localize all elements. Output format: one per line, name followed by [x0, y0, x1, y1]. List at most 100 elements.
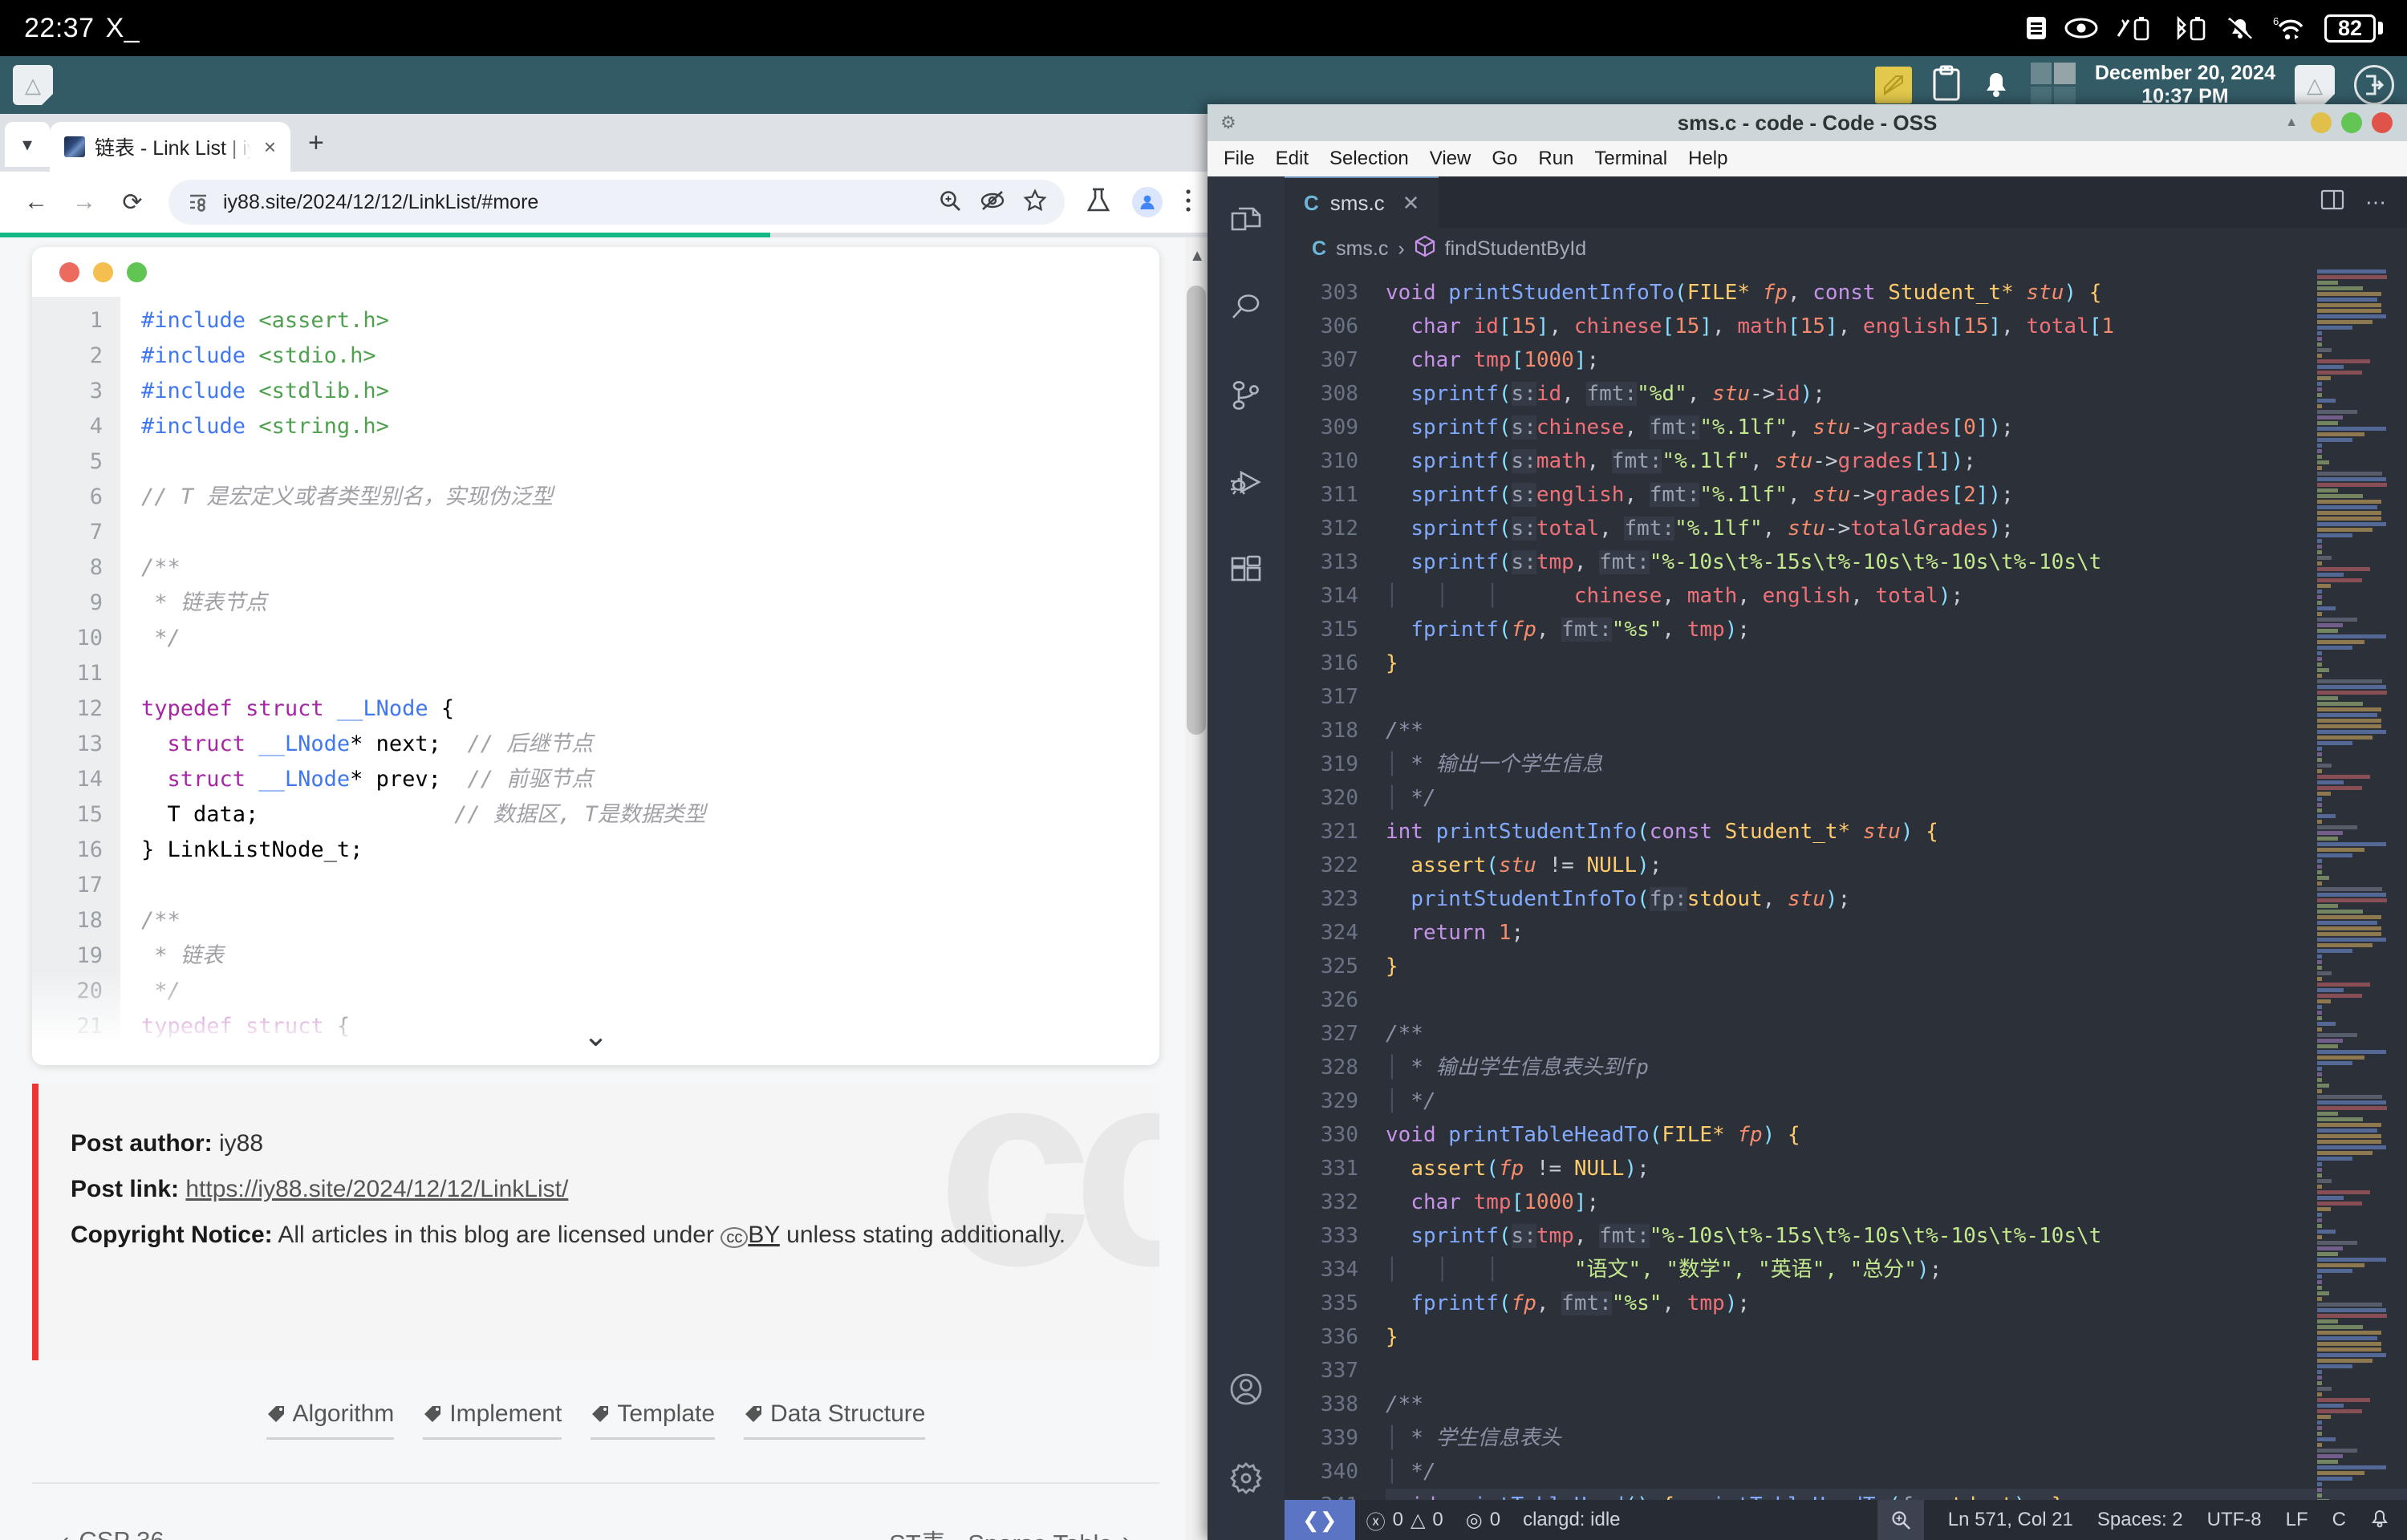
page-scrollbar-thumb[interactable]	[1187, 286, 1206, 735]
minimap-line	[2317, 1005, 2322, 1009]
logout-icon[interactable]	[2354, 65, 2394, 105]
window-close-button[interactable]	[2372, 112, 2393, 133]
post-navigation: ‹ CSP 36 ST表 - Sparse Table ›	[32, 1497, 1159, 1540]
post-tag[interactable]: Algorithm	[266, 1400, 395, 1440]
taskbar-clock[interactable]: December 20, 2024 10:37 PM	[2095, 62, 2275, 109]
profile-avatar-icon[interactable]	[1132, 187, 1163, 217]
menu-item-view[interactable]: View	[1430, 148, 1471, 170]
run-debug-icon[interactable]	[1228, 466, 1264, 504]
breadcrumb[interactable]: C sms.c › findStudentById	[1285, 228, 2407, 270]
extensions-icon[interactable]	[1229, 553, 1263, 591]
browser-toolbar[interactable]: ← → ⟳ iy88.site/2024/12/12/LinkList/#mor…	[0, 172, 1208, 233]
account-icon[interactable]	[1228, 1372, 1264, 1411]
split-editor-icon[interactable]	[2320, 188, 2344, 217]
minimize-icon[interactable]: ▲	[2285, 116, 2298, 130]
vscode-menubar[interactable]: File Edit Selection View Go Run Terminal Help	[1208, 141, 2407, 176]
code-card-titlebar	[32, 247, 1159, 297]
editor-tab-sms-c[interactable]: C sms.c ✕	[1285, 176, 1439, 228]
next-post-link[interactable]: ST表 - Sparse Table ›	[889, 1523, 1130, 1540]
browser-tab[interactable]: 链表 - Link List | iy88 ×	[50, 122, 290, 172]
post-tag[interactable]: Implement	[423, 1400, 562, 1440]
search-icon[interactable]	[1229, 291, 1263, 329]
more-actions-icon[interactable]: ⋯	[2365, 190, 2386, 215]
editor-tab-bar[interactable]: C sms.c ✕ ⋯	[1285, 176, 2407, 228]
breadcrumb-file[interactable]: sms.c	[1336, 237, 1388, 261]
forward-button[interactable]: →	[63, 180, 106, 224]
page-scrollbar-track[interactable]: ▲	[1185, 237, 1208, 1540]
problems-status[interactable]: ⓧ 0 △ 0	[1355, 1506, 1455, 1534]
post-tag[interactable]: Data Structure	[744, 1400, 925, 1440]
post-tag[interactable]: Template	[591, 1400, 715, 1440]
zoom-icon[interactable]	[1877, 1500, 1924, 1540]
menu-item-run[interactable]: Run	[1538, 148, 1573, 170]
remote-window-icon[interactable]: ❮❯	[1285, 1500, 1355, 1540]
window-icon[interactable]: △	[13, 65, 53, 105]
language-server-status[interactable]: clangd: idle	[1512, 1509, 1631, 1531]
post-link-value[interactable]: https://iy88.site/2024/12/12/LinkList/	[185, 1176, 568, 1202]
minimap-line	[2317, 1319, 2338, 1323]
vscode-editor-area[interactable]: C sms.c ✕ ⋯ C sms.c ›	[1285, 176, 2407, 1540]
menu-item-go[interactable]: Go	[1492, 148, 1517, 170]
minimap-line	[2317, 320, 2372, 324]
editor-minimap[interactable]	[2317, 270, 2394, 1500]
breadcrumb-symbol[interactable]: findStudentById	[1445, 237, 1587, 261]
menu-item-file[interactable]: File	[1224, 148, 1255, 170]
explorer-icon[interactable]	[1229, 204, 1263, 241]
site-settings-icon[interactable]	[186, 188, 210, 217]
editor-code-lines[interactable]: void printStudentInfoTo(FILE* fp, const …	[1373, 270, 2407, 1500]
minimap-line	[2317, 533, 2352, 537]
workspace-switcher-icon[interactable]	[2031, 63, 2076, 107]
window-minimize-button[interactable]	[2311, 112, 2332, 133]
menu-item-help[interactable]: Help	[1688, 148, 1727, 170]
minimap-line	[2317, 876, 2329, 880]
bell-icon[interactable]	[1981, 66, 2011, 105]
source-control-icon[interactable]	[1229, 379, 1263, 416]
note-icon[interactable]	[1875, 67, 1912, 103]
scroll-up-arrow-icon[interactable]: ▲	[1189, 247, 1205, 265]
settings-gear-icon[interactable]	[1228, 1461, 1264, 1500]
more-menu-icon[interactable]	[1183, 188, 1193, 217]
cursor-position-status[interactable]: Ln 571, Col 21	[1948, 1509, 2073, 1531]
window-menu-icon[interactable]: ⚙	[1220, 112, 1236, 133]
bell-icon[interactable]	[2370, 1507, 2389, 1534]
minimap-line	[2317, 1224, 2322, 1228]
minimap-line	[2317, 1129, 2377, 1133]
language-mode-status[interactable]: C	[2332, 1509, 2346, 1531]
clipboard-icon[interactable]	[1931, 65, 1962, 106]
new-tab-button[interactable]: +	[290, 128, 342, 159]
address-bar[interactable]: iy88.site/2024/12/12/LinkList/#more	[168, 180, 1065, 225]
tab-search-chevron-icon[interactable]: ▾	[5, 122, 50, 167]
code-expand-fade[interactable]: ⌄	[32, 969, 1159, 1065]
encoding-status[interactable]: UTF-8	[2207, 1509, 2262, 1531]
zoom-icon[interactable]	[938, 188, 962, 217]
warning-note-icon[interactable]: △	[2295, 65, 2335, 105]
vscode-status-bar[interactable]: ❮❯ ⓧ 0 △ 0 ◎ 0 clangd: idle	[1285, 1500, 2407, 1540]
reload-button[interactable]: ⟳	[111, 180, 154, 224]
back-button[interactable]: ←	[14, 180, 58, 224]
close-icon[interactable]: ✕	[1402, 191, 1420, 216]
editor-line: sprintf(s:math, fmt:"%.1lf", stu->grades…	[1386, 444, 2407, 478]
menu-item-selection[interactable]: Selection	[1329, 148, 1409, 170]
bookmark-star-icon[interactable]	[1023, 188, 1047, 217]
window-maximize-button[interactable]	[2341, 112, 2362, 133]
browser-tab-strip[interactable]: ▾ 链表 - Link List | iy88 × +	[0, 114, 1208, 172]
eol-status[interactable]: LF	[2286, 1509, 2308, 1531]
ports-status[interactable]: ◎ 0	[1455, 1509, 1512, 1532]
vscode-activity-bar[interactable]	[1208, 176, 1285, 1540]
vscode-titlebar[interactable]: ⚙ sms.c - code - Code - OSS ▲	[1208, 104, 2407, 141]
prev-post-link[interactable]: ‹ CSP 36	[61, 1526, 164, 1540]
eye-off-icon[interactable]	[980, 189, 1005, 216]
menu-item-edit[interactable]: Edit	[1276, 148, 1309, 170]
chevron-down-icon[interactable]: ⌄	[583, 1018, 609, 1054]
menu-item-terminal[interactable]: Terminal	[1594, 148, 1667, 170]
indentation-status[interactable]: Spaces: 2	[2097, 1509, 2183, 1531]
minimap-line	[2317, 1263, 2364, 1267]
code-editor[interactable]: 3033063073083093103113123133143153163173…	[1285, 270, 2407, 1500]
labs-flask-icon[interactable]	[1086, 187, 1111, 218]
url-text[interactable]: iy88.site/2024/12/12/LinkList/#more	[223, 191, 925, 214]
close-icon[interactable]: ×	[261, 132, 279, 163]
cc-license-label[interactable]: BY	[748, 1222, 779, 1248]
browser-window[interactable]: ▾ 链表 - Link List | iy88 × + ← → ⟳ iy88.s…	[0, 114, 1208, 1540]
c-language-icon: C	[1312, 237, 1326, 261]
vscode-window[interactable]: ⚙ sms.c - code - Code - OSS ▲ File Edit Se…	[1208, 104, 2407, 1540]
